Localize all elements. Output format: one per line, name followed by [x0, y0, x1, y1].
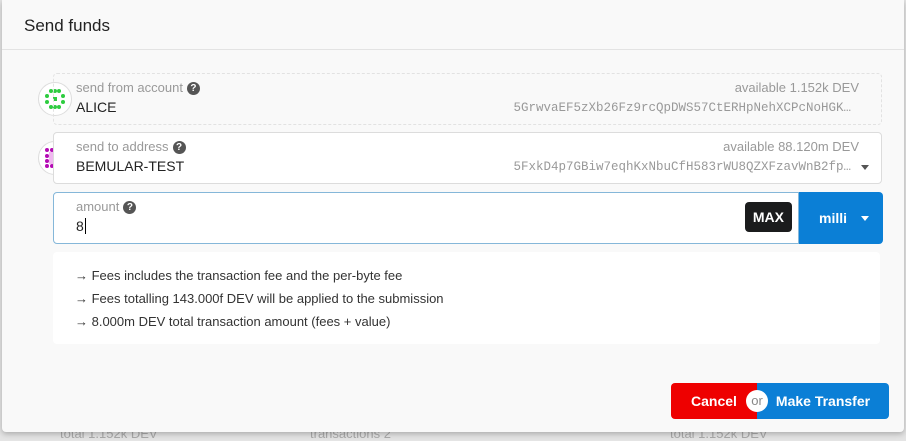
- unit-dropdown[interactable]: milli: [799, 192, 883, 244]
- send-from-account-select[interactable]: send from account? ALICE available 1.152…: [53, 73, 882, 125]
- from-address: 5GrwvaEF5zXb26Fz9rcQpDWS57CtERHpNehXCPcN…: [513, 101, 851, 115]
- send-funds-modal: Send funds send from account? ALICE avai…: [2, 0, 904, 432]
- to-address: 5FxkD4p7GBiw7eqhKxNbuCfH583rWU8QZXFzavWn…: [513, 160, 851, 174]
- amount-value[interactable]: 8: [76, 218, 84, 234]
- chevron-down-icon: [861, 216, 869, 221]
- from-label: send from account: [76, 80, 183, 95]
- cancel-button[interactable]: Cancel: [671, 383, 757, 419]
- help-icon[interactable]: ?: [172, 141, 186, 154]
- info-line: → 8.000m DEV total transaction amount (f…: [75, 314, 391, 329]
- info-line: → Fees includes the transaction fee and …: [75, 268, 403, 283]
- make-transfer-button[interactable]: Make Transfer: [757, 383, 889, 419]
- to-label: send to address: [76, 139, 169, 154]
- from-available-balance: available 1.152k DEV: [734, 80, 859, 95]
- help-icon[interactable]: ?: [123, 201, 137, 214]
- text-cursor: [84, 218, 86, 234]
- unit-label: milli: [819, 210, 848, 226]
- action-buttons: Cancel or Make Transfer: [671, 383, 889, 419]
- amount-input[interactable]: amount? 8 MAX: [53, 192, 799, 244]
- send-to-address-select[interactable]: send to address? BEMULAR-TEST available …: [53, 132, 882, 184]
- amount-label: amount: [76, 199, 120, 214]
- to-available-balance: available 88.120m DEV: [723, 139, 859, 154]
- or-divider: or: [746, 390, 768, 412]
- from-account-name: ALICE: [76, 99, 117, 115]
- max-button[interactable]: MAX: [744, 202, 792, 232]
- to-account-name: BEMULAR-TEST: [76, 158, 185, 174]
- modal-title: Send funds: [2, 0, 904, 50]
- info-line: → Fees totalling 143.000f DEV will be ap…: [75, 291, 444, 306]
- chevron-down-icon[interactable]: [861, 165, 869, 170]
- fee-info-panel: → Fees includes the transaction fee and …: [53, 252, 880, 344]
- help-icon[interactable]: ?: [186, 82, 200, 95]
